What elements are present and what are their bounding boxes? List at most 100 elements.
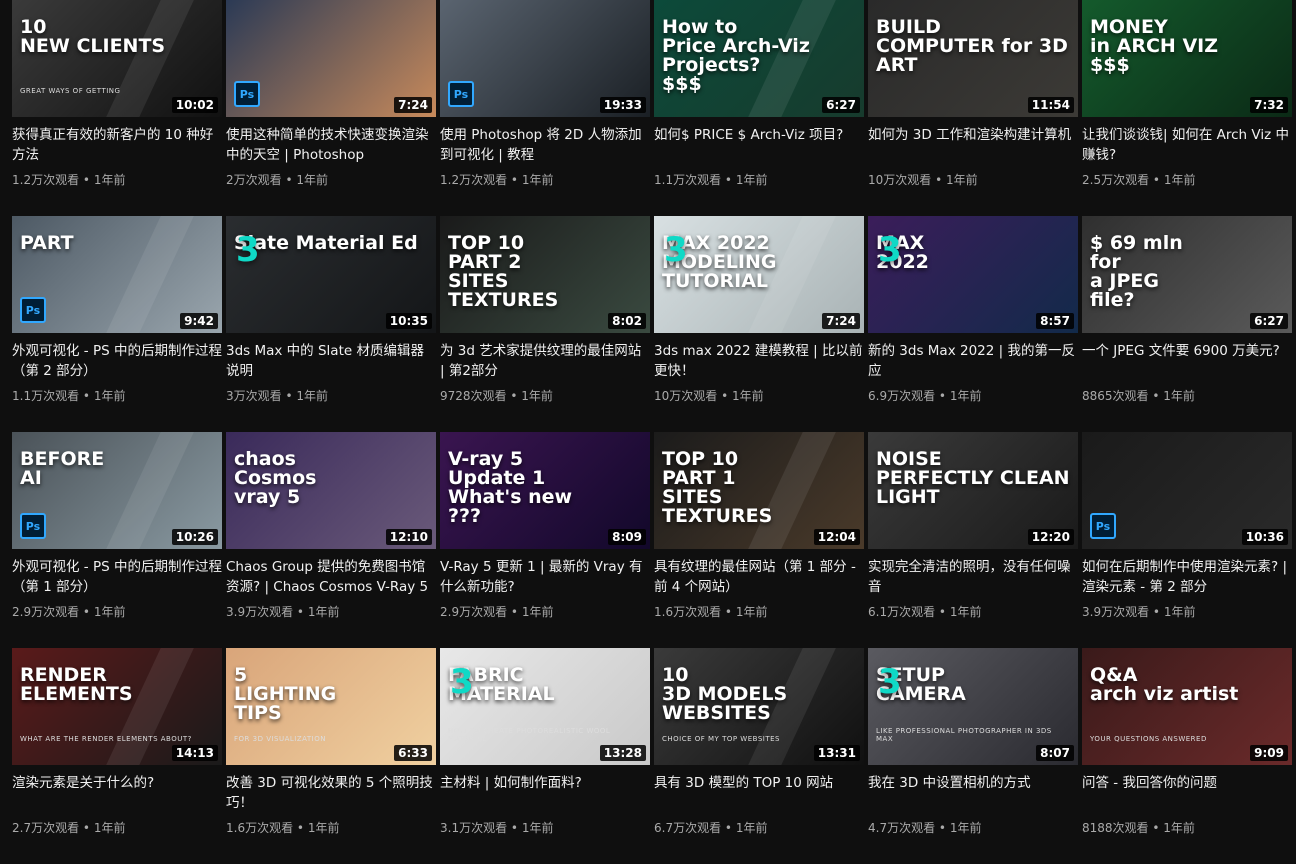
video-card[interactable]: TOP 10 PART 1 SITES TEXTURES 12:04 具有纹理的最佳… [654, 432, 864, 648]
video-card[interactable]: MONEY in ARCH VIZ $$$ 7:32 让我们谈谈钱| 如何在 Arc… [1082, 0, 1292, 216]
video-title[interactable]: 具有 3D 模型的 TOP 10 网站 [654, 773, 864, 813]
video-card[interactable]: Ps 19:33 使用 Photoshop 将 2D 人物添加到可视化 | 教程 1.… [440, 0, 650, 216]
separator-dot: • [507, 821, 522, 835]
video-title[interactable]: 实现完全清洁的照明，没有任何噪音 [868, 557, 1078, 597]
photoshop-icon: Ps [20, 297, 46, 323]
video-title[interactable]: 为 3d 艺术家提供纹理的最佳网站 | 第2部分 [440, 341, 650, 381]
video-thumbnail[interactable]: Q&A arch viz artist YOUR QUESTIONS ANSWER… [1082, 648, 1292, 765]
upload-age: 1年前 [949, 389, 982, 403]
separator-dot: • [79, 821, 94, 835]
video-thumbnail[interactable]: 10 3D MODELS WEBSITES CHOICE OF MY TOP WE… [654, 648, 864, 765]
video-card[interactable]: How to Price Arch-Viz Projects? $$$ 6:27 如… [654, 0, 864, 216]
video-title[interactable]: 3ds Max 中的 Slate 材质编辑器说明 [226, 341, 436, 381]
view-count: 2.9万次观看 [440, 605, 508, 619]
video-thumbnail[interactable]: $ 69 mln for a JPEG file? 6:27 [1082, 216, 1292, 333]
video-stats: 1.6万次观看 • 1年前 [654, 603, 864, 621]
upload-age: 1年前 [1163, 605, 1196, 619]
video-thumbnail[interactable]: PART Ps 9:42 [12, 216, 222, 333]
video-title[interactable]: 外观可视化 - PS 中的后期制作过程（第 1 部分） [12, 557, 222, 597]
video-thumbnail[interactable]: How to Price Arch-Viz Projects? $$$ 6:27 [654, 0, 864, 117]
video-thumbnail[interactable]: TOP 10 PART 1 SITES TEXTURES 12:04 [654, 432, 864, 549]
video-card[interactable]: TOP 10 PART 2 SITES TEXTURES 8:02 为 3d 艺术家… [440, 216, 650, 432]
video-card[interactable]: chaos Cosmos vray 5 12:10 Chaos Group 提供的免… [226, 432, 436, 648]
video-thumbnail[interactable]: RENDER ELEMENTS WHAT ARE THE RENDER ELEME… [12, 648, 222, 765]
video-thumbnail[interactable]: MAX 2022 3 8:57 [868, 216, 1078, 333]
video-card[interactable]: Ps 7:24 使用这种简单的技术快速变换渲染中的天空 | Photoshop 2万次… [226, 0, 436, 216]
thumbnail-title-text: V-ray 5 Update 1 What's new ??? [448, 448, 573, 527]
video-card[interactable]: RENDER ELEMENTS WHAT ARE THE RENDER ELEME… [12, 648, 222, 864]
video-card[interactable]: BUILD COMPUTER for 3D ART 11:54 如何为 3D 工作和… [868, 0, 1078, 216]
video-card[interactable]: V-ray 5 Update 1 What's new ??? 8:09 V-Ray… [440, 432, 650, 648]
video-title[interactable]: 如何$ PRICE $ Arch-Viz 项目? [654, 125, 864, 165]
video-card[interactable]: Ps 10:36 如何在后期制作中使用渲染元素? | 渲染元素 - 第 2 部分 3.… [1082, 432, 1292, 648]
video-title[interactable]: 新的 3ds Max 2022 | 我的第一反应 [868, 341, 1078, 381]
video-thumbnail[interactable]: 5 LIGHTING TIPS FOR 3D VISUALIZATION 6:33 [226, 648, 436, 765]
thumbnail-title-text: 5 LIGHTING TIPS [234, 664, 337, 724]
video-title[interactable]: 主材料 | 如何制作面料? [440, 773, 650, 813]
video-title[interactable]: 具有纹理的最佳网站（第 1 部分 - 前 4 个网站） [654, 557, 864, 597]
video-title[interactable]: 改善 3D 可视化效果的 5 个照明技巧！ [226, 773, 436, 813]
video-thumbnail[interactable]: 10 NEW CLIENTS GREAT WAYS OF GETTING 10:02 [12, 0, 222, 117]
view-count: 9728次观看 [440, 389, 507, 403]
video-title[interactable]: 使用这种简单的技术快速变换渲染中的天空 | Photoshop [226, 125, 436, 165]
video-card[interactable]: 5 LIGHTING TIPS FOR 3D VISUALIZATION 6:33 改… [226, 648, 436, 864]
video-thumbnail[interactable]: Slate Material Ed 3 10:35 [226, 216, 436, 333]
separator-dot: • [507, 605, 522, 619]
video-title[interactable]: 如何在后期制作中使用渲染元素? | 渲染元素 - 第 2 部分 [1082, 557, 1292, 597]
upload-age: 1年前 [93, 173, 126, 187]
video-title[interactable]: 我在 3D 中设置相机的方式 [868, 773, 1078, 813]
separator-dot: • [1149, 173, 1164, 187]
video-card[interactable]: MAX 2022 3 8:57 新的 3ds Max 2022 | 我的第一反应 6.9… [868, 216, 1078, 432]
video-card[interactable]: PART Ps 9:42 外观可视化 - PS 中的后期制作过程（第 2 部分） 1.1… [12, 216, 222, 432]
video-thumbnail[interactable]: BUILD COMPUTER for 3D ART 11:54 [868, 0, 1078, 117]
video-title[interactable]: 渲染元素是关于什么的? [12, 773, 222, 813]
video-thumbnail[interactable]: Ps 10:36 [1082, 432, 1292, 549]
video-title[interactable]: 获得真正有效的新客户的 10 种好方法 [12, 125, 222, 165]
video-thumbnail[interactable]: Ps 19:33 [440, 0, 650, 117]
video-meta: 具有 3D 模型的 TOP 10 网站 6.7万次观看 • 1年前 [654, 773, 864, 837]
video-card[interactable]: MAX 2022 MODELING TUTORIAL 3 7:24 3ds max 2… [654, 216, 864, 432]
view-count: 2.7万次观看 [12, 821, 80, 835]
video-thumbnail[interactable]: NOISE PERFECTLY CLEAN LIGHT 12:20 [868, 432, 1078, 549]
video-stats: 6.1万次观看 • 1年前 [868, 603, 1078, 621]
view-count: 6.1万次观看 [868, 605, 936, 619]
video-meta: 渲染元素是关于什么的? 2.7万次观看 • 1年前 [12, 773, 222, 837]
video-card[interactable]: SETUP CAMERA LIKE PROFESSIONAL PHOTOGRAPH… [868, 648, 1078, 864]
video-meta: 外观可视化 - PS 中的后期制作过程（第 1 部分） 2.9万次观看 • 1年前 [12, 557, 222, 621]
video-card[interactable]: $ 69 mln for a JPEG file? 6:27 一个 JPEG 文件要… [1082, 216, 1292, 432]
video-title[interactable]: 外观可视化 - PS 中的后期制作过程（第 2 部分） [12, 341, 222, 381]
video-card[interactable]: Q&A arch viz artist YOUR QUESTIONS ANSWER… [1082, 648, 1292, 864]
video-title[interactable]: V-Ray 5 更新 1 | 最新的 Vray 有什么新功能? [440, 557, 650, 597]
video-card[interactable]: BEFORE AI Ps 10:26 外观可视化 - PS 中的后期制作过程（第 1 … [12, 432, 222, 648]
video-title[interactable]: Chaos Group 提供的免费图书馆资源? | Chaos Cosmos V… [226, 557, 436, 597]
video-title[interactable]: 让我们谈谈钱| 如何在 Arch Viz 中赚钱? [1082, 125, 1292, 165]
video-thumbnail[interactable]: FABRIC MATERIAL HOW TO CREATE PHOTOREALIS… [440, 648, 650, 765]
video-thumbnail[interactable]: SETUP CAMERA LIKE PROFESSIONAL PHOTOGRAPH… [868, 648, 1078, 765]
video-thumbnail[interactable]: chaos Cosmos vray 5 12:10 [226, 432, 436, 549]
video-duration: 11:54 [1027, 97, 1074, 113]
separator-dot: • [721, 821, 736, 835]
video-meta: 使用这种简单的技术快速变换渲染中的天空 | Photoshop 2万次观看 • 1… [226, 125, 436, 189]
video-title[interactable]: 一个 JPEG 文件要 6900 万美元? [1082, 341, 1292, 381]
video-card[interactable]: Slate Material Ed 3 10:35 3ds Max 中的 Slate … [226, 216, 436, 432]
video-thumbnail[interactable]: MAX 2022 MODELING TUTORIAL 3 7:24 [654, 216, 864, 333]
video-thumbnail[interactable]: MONEY in ARCH VIZ $$$ 7:32 [1082, 0, 1292, 117]
upload-age: 1年前 [1163, 173, 1196, 187]
video-card[interactable]: 10 3D MODELS WEBSITES CHOICE OF MY TOP WE… [654, 648, 864, 864]
video-card[interactable]: FABRIC MATERIAL HOW TO CREATE PHOTOREALIS… [440, 648, 650, 864]
video-title[interactable]: 如何为 3D 工作和渲染构建计算机 [868, 125, 1078, 165]
video-card[interactable]: NOISE PERFECTLY CLEAN LIGHT 12:20 实现完全清洁的照… [868, 432, 1078, 648]
video-title[interactable]: 使用 Photoshop 将 2D 人物添加到可视化 | 教程 [440, 125, 650, 165]
separator-dot: • [1148, 821, 1164, 835]
video-card[interactable]: 10 NEW CLIENTS GREAT WAYS OF GETTING 10:02… [12, 0, 222, 216]
video-title[interactable]: 3ds max 2022 建模教程 | 比以前更快！ [654, 341, 864, 381]
thumbnail-title-text: 10 3D MODELS WEBSITES [662, 664, 788, 724]
view-count: 8188次观看 [1082, 821, 1149, 835]
video-thumbnail[interactable]: TOP 10 PART 2 SITES TEXTURES 8:02 [440, 216, 650, 333]
video-thumbnail[interactable]: Ps 7:24 [226, 0, 436, 117]
video-duration: 14:13 [171, 745, 218, 761]
video-thumbnail[interactable]: V-ray 5 Update 1 What's new ??? 8:09 [440, 432, 650, 549]
video-thumbnail[interactable]: BEFORE AI Ps 10:26 [12, 432, 222, 549]
video-meta: 如何$ PRICE $ Arch-Viz 项目? 1.1万次观看 • 1年前 [654, 125, 864, 189]
video-title[interactable]: 问答 - 我回答你的问题 [1082, 773, 1292, 813]
